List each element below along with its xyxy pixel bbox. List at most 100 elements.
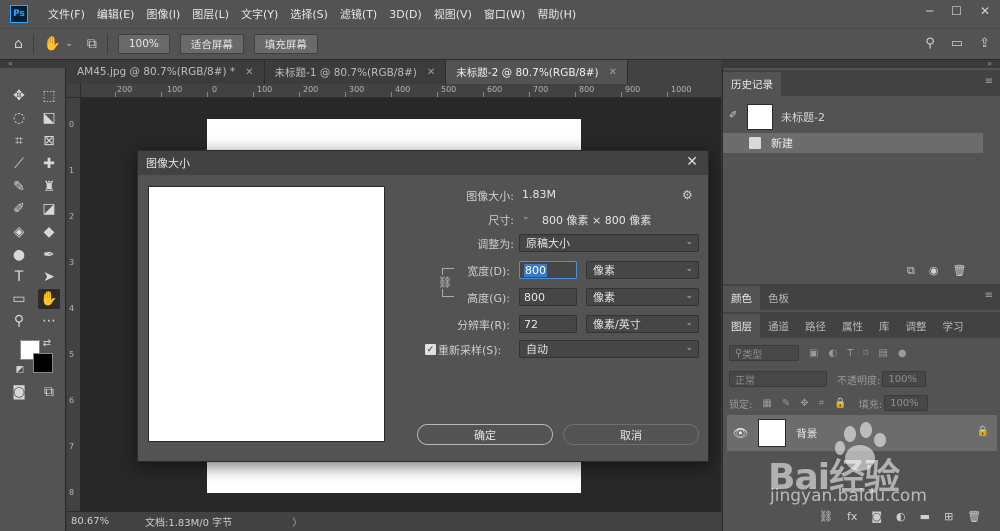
search-icon[interactable]: ⚲ (925, 36, 935, 51)
close-icon[interactable]: ✕ (686, 154, 698, 170)
width-input[interactable]: 800 (519, 261, 577, 279)
menu-window[interactable]: 窗口(W) (478, 6, 531, 22)
chevron-down-icon[interactable]: ⌄ (522, 212, 530, 222)
filter-type-icon[interactable]: T (847, 348, 853, 359)
dialog-titlebar[interactable]: 图像大小 ✕ (138, 151, 708, 175)
link-layers-icon[interactable]: ⛓ (819, 510, 833, 523)
tab-layers[interactable]: 图层 (723, 314, 760, 338)
filter-pixel-icon[interactable]: ▣ (809, 348, 818, 359)
resample-select[interactable]: 自动 ⌄ (519, 340, 699, 358)
lock-all-icon[interactable]: 🔒 (834, 398, 846, 409)
trash-icon[interactable]: 🗑 (967, 510, 981, 523)
crop-tool-icon[interactable]: ⌗ (8, 131, 30, 151)
menu-view[interactable]: 视图(V) (428, 6, 478, 22)
camera-icon[interactable]: ◉ (929, 264, 939, 278)
resolution-input[interactable]: 72 (519, 315, 577, 333)
toolbar-collapse[interactable]: « (0, 60, 66, 68)
width-unit-select[interactable]: 像素 ⌄ (586, 261, 699, 279)
rectangle-tool-icon[interactable]: ▭ (8, 289, 30, 309)
menu-image[interactable]: 图像(I) (140, 6, 186, 22)
menu-layer[interactable]: 图层(L) (186, 6, 235, 22)
fit-screen-button[interactable]: 适合屏幕 (179, 34, 244, 54)
history-brush-icon[interactable]: ✐ (8, 199, 30, 219)
menu-file[interactable]: 文件(F) (42, 6, 91, 22)
image-preview[interactable] (148, 186, 385, 442)
vertical-ruler[interactable]: 0 1 2 3 4 5 6 7 8 (67, 98, 81, 511)
maximize-icon[interactable]: ☐ (951, 4, 962, 18)
path-select-icon[interactable]: ➤ (38, 267, 60, 287)
tab-color[interactable]: 颜色 (723, 286, 760, 310)
chevron-down-icon[interactable]: ⌄ (65, 39, 73, 49)
workspace-icon[interactable]: ▭ (951, 36, 963, 51)
eye-icon[interactable]: 👁 (733, 426, 748, 440)
menu-filter[interactable]: 滤镜(T) (334, 6, 383, 22)
history-brush-source-icon[interactable]: ✐ (729, 110, 737, 121)
lock-icon[interactable]: 🔒 (977, 426, 989, 437)
brush-tool-icon[interactable]: ✎ (8, 177, 30, 197)
default-colors-icon[interactable]: ◩ (14, 364, 26, 376)
tab-libraries[interactable]: 库 (871, 314, 898, 338)
panels-collapse[interactable]: » (722, 60, 1000, 68)
filter-shape-icon[interactable]: ⌑ (863, 348, 868, 359)
quick-mask-icon[interactable]: ◙ (8, 382, 30, 402)
eraser-tool-icon[interactable]: ◪ (38, 199, 60, 219)
opacity-input[interactable]: 100% (882, 371, 927, 387)
lock-artboard-icon[interactable]: ⌗ (819, 398, 825, 409)
tab-swatches[interactable]: 色板 (760, 286, 797, 310)
fill-screen-button[interactable]: 填充屏幕 (253, 34, 318, 54)
adjustment-layer-icon[interactable]: ◐ (896, 510, 906, 523)
history-item[interactable]: 新建 (723, 133, 983, 153)
menu-select[interactable]: 选择(S) (284, 6, 334, 22)
screen-mode-icon[interactable]: ⧉ (38, 382, 60, 402)
hand-tool-icon[interactable]: ✋ (44, 36, 61, 52)
filter-toggle-icon[interactable]: ● (898, 348, 907, 359)
background-color-swatch[interactable] (33, 353, 53, 373)
tab-channels[interactable]: 通道 (760, 314, 797, 338)
menu-help[interactable]: 帮助(H) (531, 6, 582, 22)
cancel-button[interactable]: 取消 (563, 424, 699, 445)
resample-checkbox[interactable]: ✓ (425, 344, 436, 355)
zoom-100-button[interactable]: 100% (117, 34, 170, 54)
filter-adjustment-icon[interactable]: ◐ (828, 348, 837, 359)
layer-filter-select[interactable]: ⚲ 类型 (729, 345, 799, 361)
close-icon[interactable]: ✕ (427, 67, 435, 78)
trash-icon[interactable]: 🗑 (952, 264, 966, 278)
close-icon[interactable]: ✕ (980, 4, 990, 18)
new-document-from-state-icon[interactable]: ⧉ (907, 264, 915, 278)
panel-menu-icon[interactable]: ≡ (985, 76, 993, 87)
fx-icon[interactable]: fx (847, 510, 857, 523)
eyedropper-icon[interactable]: ⟋ (8, 154, 30, 174)
lock-pixels-icon[interactable]: ✎ (782, 398, 790, 409)
frame-tool-icon[interactable]: ⊠ (38, 131, 60, 151)
hand-tool-icon[interactable]: ✋ (38, 289, 60, 309)
fill-input[interactable]: 100% (884, 395, 929, 411)
menu-type[interactable]: 文字(Y) (235, 6, 284, 22)
stamp-tool-icon[interactable]: ♜ (38, 177, 60, 197)
tab-adjustments[interactable]: 调整 (898, 314, 935, 338)
share-icon[interactable]: ⇪ (979, 36, 990, 51)
healing-brush-icon[interactable]: ✚ (38, 154, 60, 174)
rotate-view-icon[interactable]: ⧉ (87, 36, 97, 52)
height-input[interactable]: 800 (519, 288, 577, 306)
blur-tool-icon[interactable]: ◆ (38, 222, 60, 242)
paint-bucket-icon[interactable]: ◈ (8, 222, 30, 242)
minimize-icon[interactable]: ─ (926, 4, 933, 18)
group-folder-icon[interactable]: ▬ (920, 510, 930, 523)
tab-history[interactable]: 历史记录 (723, 72, 781, 96)
close-icon[interactable]: ✕ (245, 67, 253, 78)
new-layer-icon[interactable]: ⊞ (944, 510, 953, 523)
panel-menu-icon[interactable]: ≡ (985, 290, 993, 301)
lock-position-icon[interactable]: ✥ (800, 398, 808, 409)
swap-colors-icon[interactable]: ⇄ (40, 336, 54, 350)
ok-button[interactable]: 确定 (417, 424, 553, 445)
move-tool-icon[interactable]: ✥ (8, 86, 30, 106)
menu-3d[interactable]: 3D(D) (383, 8, 428, 21)
home-icon[interactable]: ⌂ (14, 36, 23, 52)
dodge-tool-icon[interactable]: ● (8, 245, 30, 265)
marquee-tool-icon[interactable]: ⬚ (38, 86, 60, 106)
history-snapshot[interactable]: ✐ 未标题-2 (727, 100, 997, 134)
object-select-icon[interactable]: ⬕ (38, 108, 60, 128)
height-unit-select[interactable]: 像素 ⌄ (586, 288, 699, 306)
tab-untitled-2[interactable]: 未标题-2 @ 80.7%(RGB/8#) ✕ (446, 60, 629, 84)
more-tools-icon[interactable]: ⋯ (38, 311, 60, 331)
